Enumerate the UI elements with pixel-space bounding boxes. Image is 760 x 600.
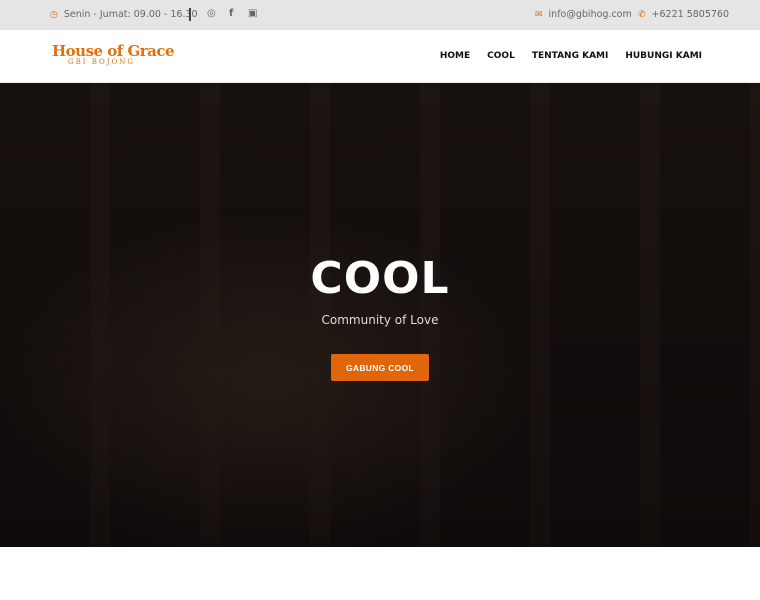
instagram-icon[interactable]: ◎ [207,8,216,19]
youtube-icon[interactable]: ▣ [248,8,257,19]
nav-home[interactable]: HOME [440,51,470,61]
phone-link[interactable]: ✆ +6221 5805760 [638,9,729,20]
clock-icon: ◷ [50,9,58,20]
nav-hubungi-kami[interactable]: HUBUNGI KAMI [625,51,702,61]
join-cool-button[interactable]: GABUNG COOL [331,354,429,381]
logo[interactable]: House of Grace GBI BOJONG [52,42,175,66]
divider [189,8,191,21]
hours-text: Senin - Jumat: 09.00 - 16.30 [63,9,198,20]
hero-subtitle: Community of Love [321,313,439,327]
nav-tentang-kami[interactable]: TENTANG KAMI [532,51,609,61]
email-link[interactable]: ✉ info@gbihog.com [535,9,632,20]
phone-text: +6221 5805760 [651,9,730,20]
envelope-icon: ✉ [535,9,543,20]
hero-title: COOL [310,253,450,304]
hours: ◷ Senin - Jumat: 09.00 - 16.30 [50,9,198,20]
main-menu: HOME COOL TENTANG KAMI HUBUNGI KAMI [440,51,702,61]
navbar: House of Grace GBI BOJONG HOME COOL TENT… [0,30,760,83]
email-text[interactable]: info@gbihog.com [549,9,632,20]
facebook-icon[interactable]: f [229,8,233,19]
nav-cool[interactable]: COOL [487,51,515,61]
hero-banner: COOL Community of Love GABUNG COOL [0,83,760,547]
phone-icon: ✆ [638,9,646,20]
top-bar: ◷ Senin - Jumat: 09.00 - 16.30 ◎ f ▣ ✉ inf… [0,0,760,30]
